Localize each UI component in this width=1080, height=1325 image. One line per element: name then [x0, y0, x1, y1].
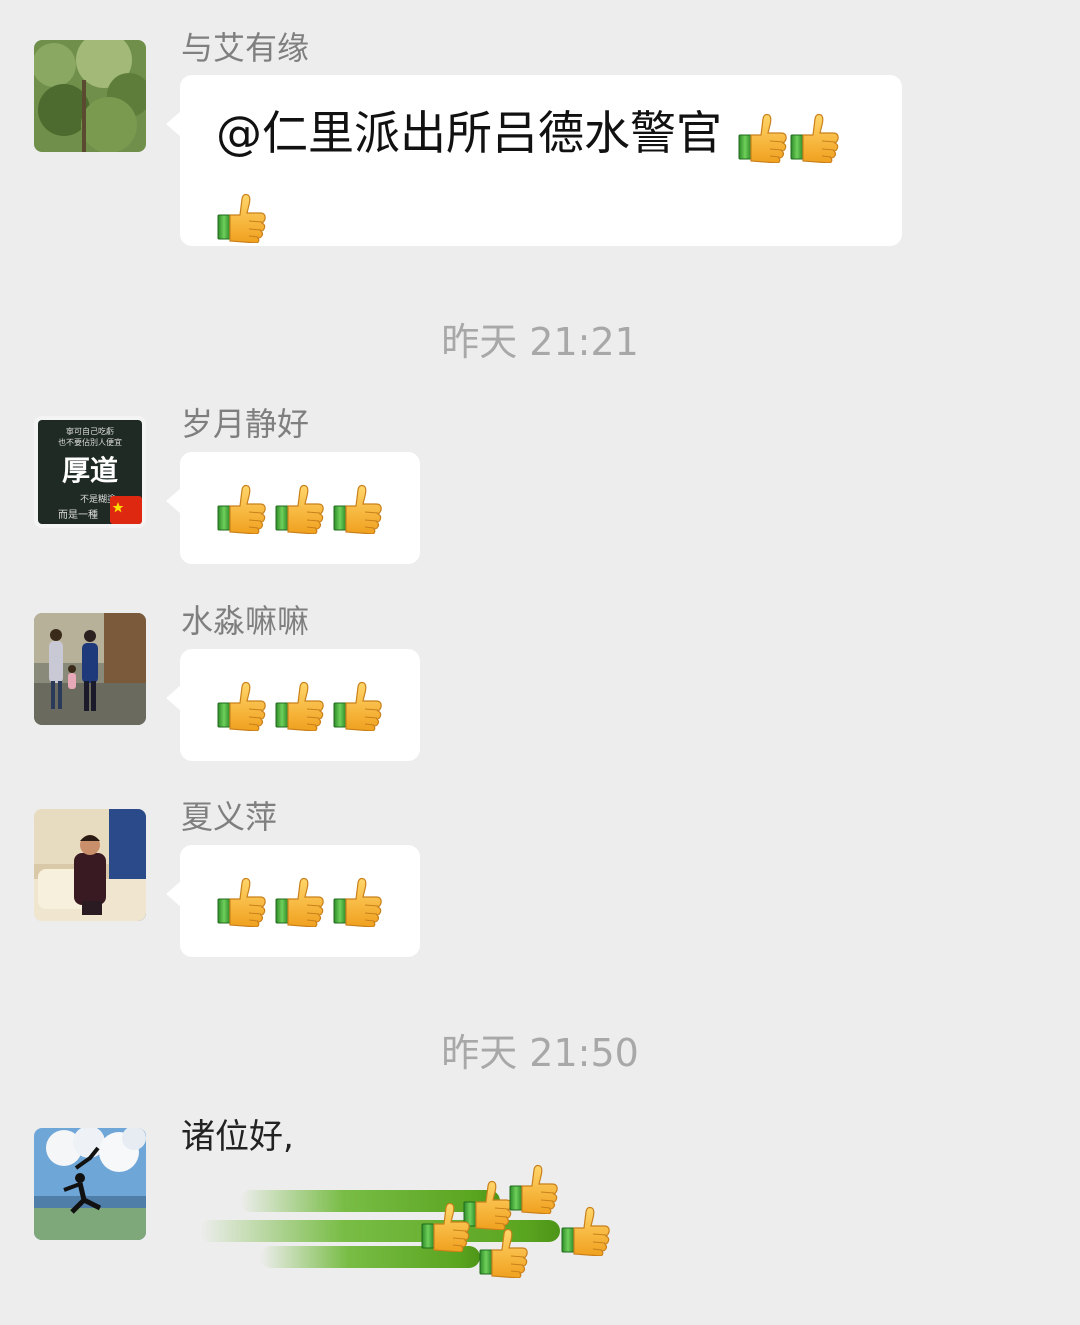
mention-text: @仁里派出所吕德水警官	[216, 106, 722, 160]
avatar-sui-yue-jing-hao[interactable]: 寧可自己吃虧 也不要佔別人便宜 厚道 不是糊塗 而是一種	[34, 416, 146, 528]
sender-name: 与艾有缘	[181, 29, 310, 67]
emoji-row	[216, 679, 384, 731]
thumbs-up-icon	[332, 875, 384, 927]
thumbs-up-icon	[274, 482, 326, 534]
emoji-row	[216, 875, 384, 927]
avatar-yu-ai-you-yuan[interactable]	[34, 40, 146, 152]
avatar-line1: 寧可自己吃虧	[66, 426, 114, 436]
thumbs-up-icon	[737, 111, 789, 163]
thumbs-up-icon	[216, 679, 268, 731]
thumbs-up-icon	[216, 191, 268, 243]
thumbs-up-icon	[332, 482, 384, 534]
message-text: @仁里派出所吕德水警官	[216, 93, 896, 253]
avatar-line4: 而是一種	[58, 508, 98, 521]
thumbs-up-icon	[789, 111, 841, 163]
thumbs-up-icon	[420, 1200, 472, 1252]
avatar-line2: 也不要佔別人便宜	[58, 437, 122, 447]
thumbs-up-icon	[216, 875, 268, 927]
thumbs-up-icon	[332, 679, 384, 731]
message-bubble[interactable]: @仁里派出所吕德水警官	[166, 75, 902, 246]
avatar-xia-yi-ping[interactable]	[34, 809, 146, 921]
avatar-jumping-person[interactable]	[34, 1128, 146, 1240]
sender-name: 水淼嘛嘛	[181, 602, 310, 640]
message-bubble[interactable]	[166, 452, 420, 564]
message-bubble[interactable]	[166, 845, 420, 957]
thumbs-up-icon	[274, 875, 326, 927]
timestamp-separator: 昨天 21:21	[441, 320, 639, 364]
emoji-row	[216, 482, 384, 534]
avatar-shui-miao-ma-ma[interactable]	[34, 613, 146, 725]
message-bubble[interactable]	[166, 649, 420, 761]
thumbs-up-icon	[478, 1226, 530, 1278]
thumbs-up-icon	[508, 1162, 560, 1214]
flying-thumbs-up-sticker[interactable]	[180, 1160, 610, 1280]
message-text: 诸位好,	[181, 1117, 294, 1157]
timestamp-separator: 昨天 21:50	[441, 1031, 639, 1075]
thumbs-up-icon	[274, 679, 326, 731]
sender-name: 夏义萍	[181, 798, 278, 836]
sender-name: 岁月静好	[181, 405, 310, 443]
thumbs-up-icon	[216, 482, 268, 534]
avatar-title: 厚道	[62, 454, 118, 487]
thumbs-up-icon	[560, 1204, 612, 1256]
